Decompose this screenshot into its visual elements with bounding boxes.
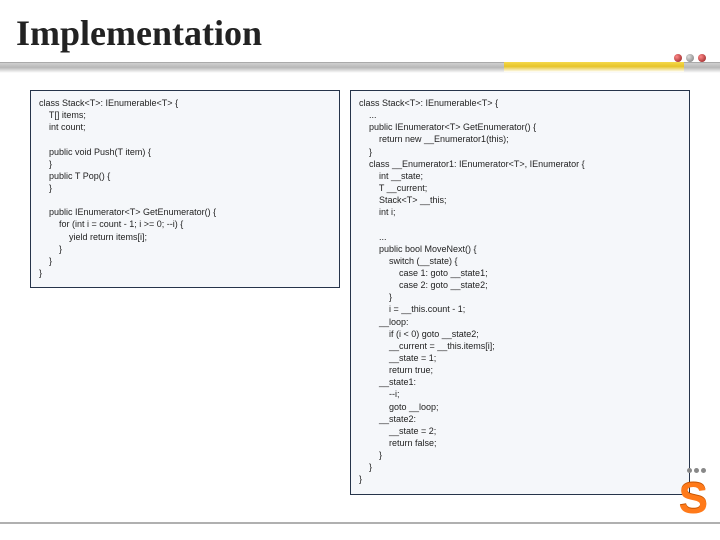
corner-dots — [674, 54, 706, 62]
slide: Implementation class Stack<T>: IEnumerab… — [0, 0, 720, 540]
dot-icon — [698, 54, 706, 62]
code-generated: class Stack<T>: IEnumerable<T> { ... pub… — [359, 97, 681, 486]
logo-dots — [687, 468, 706, 473]
code-source: class Stack<T>: IEnumerable<T> { T[] ite… — [39, 97, 331, 279]
divider-accent — [504, 62, 684, 72]
page-title: Implementation — [0, 0, 720, 54]
dot-icon — [701, 468, 706, 473]
title-divider — [0, 60, 720, 84]
code-panel-source: class Stack<T>: IEnumerable<T> { T[] ite… — [30, 90, 340, 288]
logo-letter: S — [679, 474, 708, 524]
dot-icon — [694, 468, 699, 473]
dot-icon — [687, 468, 692, 473]
dot-icon — [674, 54, 682, 62]
content-row: class Stack<T>: IEnumerable<T> { T[] ite… — [0, 84, 720, 495]
logo: S — [670, 472, 708, 518]
dot-icon — [686, 54, 694, 62]
footer-divider — [0, 522, 720, 524]
code-panel-generated: class Stack<T>: IEnumerable<T> { ... pub… — [350, 90, 690, 495]
